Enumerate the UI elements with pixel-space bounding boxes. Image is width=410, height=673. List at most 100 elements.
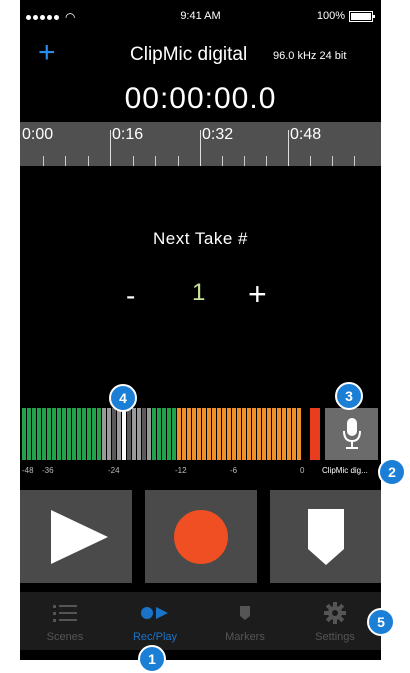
meter-bar: [262, 408, 266, 460]
tab-label: Markers: [225, 631, 265, 643]
meter-scale-label: -48: [22, 466, 34, 475]
time-display: 00:00:00.0: [124, 82, 277, 115]
meter-bar: [277, 408, 281, 460]
meter-bar: [167, 408, 171, 460]
meter-bar: [222, 408, 226, 460]
battery-icon: [349, 10, 375, 22]
meter-scale-label: 0: [300, 466, 305, 475]
meter-bar: [42, 408, 46, 460]
meter-bar: [267, 408, 271, 460]
marker-icon: [308, 508, 344, 565]
meter-bar: [282, 408, 286, 460]
rec-play-icon: [141, 607, 168, 619]
timeline[interactable]: 0:00 0:16 0:32 0:48: [20, 122, 381, 166]
play-icon: [50, 509, 108, 564]
meter-bar: [272, 408, 276, 460]
meter-bar: [212, 408, 216, 460]
meter-bar: [292, 408, 296, 460]
tab-label: Settings: [315, 631, 355, 643]
battery-percent: 100%: [316, 10, 345, 22]
meter-bar: [217, 408, 221, 460]
tab-label: Rec/Play: [132, 631, 178, 643]
meter-bar: [112, 408, 116, 460]
meter-bar: [207, 408, 211, 460]
microphone-icon: [342, 418, 361, 449]
meter-scale-label: -24: [108, 466, 120, 475]
meter-bar: [182, 408, 186, 460]
list-icon: [53, 605, 77, 622]
tab-bar: Scenes Rec/Play Markers Settings: [20, 592, 381, 650]
meter-bar: [147, 408, 151, 460]
meter-bar: [22, 408, 26, 460]
meter-scale-label: -36: [42, 466, 54, 475]
meter-bar: [117, 408, 121, 460]
timeline-label: 0:16: [112, 126, 144, 143]
meter-bar: [72, 408, 76, 460]
meter-bar: [32, 408, 36, 460]
meter-bar: [252, 408, 256, 460]
meter-bar: [297, 408, 301, 460]
meter-bar: [197, 408, 201, 460]
meter-bar: [52, 408, 56, 460]
meter-bar: [287, 408, 291, 460]
add-button[interactable]: +: [38, 36, 56, 70]
tab-rec-play[interactable]: Rec/Play: [110, 592, 200, 650]
meter-bar: [77, 408, 81, 460]
meter-bar: [102, 408, 106, 460]
meter-bar: [232, 408, 236, 460]
add-marker-button[interactable]: [270, 490, 381, 583]
input-device-label: ClipMic dig...: [322, 466, 368, 475]
callout-badge: 5: [367, 608, 395, 636]
meter-bar: [27, 408, 31, 460]
nav-bar: + ClipMic digital 96.0 kHz 24 bit: [20, 32, 381, 76]
meter-bar: [67, 408, 71, 460]
status-bar: ◠ 9:41 AM 100%: [20, 0, 381, 32]
meter-bar: [132, 408, 136, 460]
meter-bar: [82, 408, 86, 460]
play-button[interactable]: [20, 490, 132, 583]
callout-badge: 4: [109, 384, 137, 412]
record-button[interactable]: [145, 490, 257, 583]
timeline-label: 0:32: [202, 126, 234, 143]
meter-bar: [97, 408, 101, 460]
input-select-button[interactable]: [325, 408, 378, 460]
tab-scenes[interactable]: Scenes: [20, 592, 110, 650]
meter-bar: [242, 408, 246, 460]
meter-bar: [177, 408, 181, 460]
meter-bar: [257, 408, 261, 460]
meter-bar: [202, 408, 206, 460]
meter-bar: [162, 408, 166, 460]
device-title: ClipMic digital: [130, 44, 248, 65]
meter-bar: [157, 408, 161, 460]
meter-bar: [192, 408, 196, 460]
level-meter: [22, 408, 302, 460]
take-increment-button[interactable]: +: [248, 276, 267, 313]
clip-indicator: [310, 408, 320, 460]
gear-icon: [324, 602, 346, 624]
meter-bar: [47, 408, 51, 460]
meter-bar: [227, 408, 231, 460]
tab-markers[interactable]: Markers: [200, 592, 290, 650]
timeline-label: 0:48: [290, 126, 322, 143]
timeline-label: 0:00: [22, 126, 54, 143]
next-take-label: Next Take #: [153, 229, 248, 248]
marker-icon: [240, 606, 250, 620]
meter-bar: [187, 408, 191, 460]
meter-bar: [127, 408, 131, 460]
phone-screen: ◠ 9:41 AM 100% + ClipMic digital 96.0 kH…: [20, 0, 381, 660]
callout-badge: 1: [138, 645, 166, 673]
meter-bar: [107, 408, 111, 460]
meter-bar: [122, 408, 126, 460]
meter-bar: [142, 408, 146, 460]
meter-bar: [62, 408, 66, 460]
take-decrement-button[interactable]: -: [126, 280, 135, 312]
meter-bar: [137, 408, 141, 460]
take-number: 1: [192, 279, 206, 306]
meter-bar: [57, 408, 61, 460]
sample-rate: 96.0 kHz 24 bit: [273, 50, 347, 62]
meter-bar: [37, 408, 41, 460]
meter-scale-label: -6: [230, 466, 238, 475]
record-icon: [174, 509, 228, 564]
meter-bar: [172, 408, 176, 460]
meter-scale-label: -12: [175, 466, 187, 475]
